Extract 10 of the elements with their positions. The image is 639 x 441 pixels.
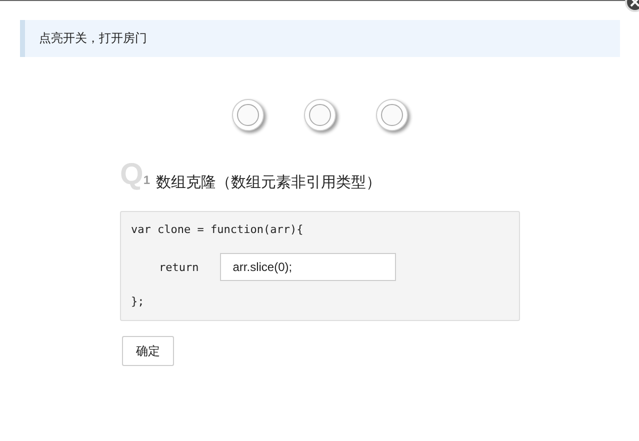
switch-button[interactable] bbox=[232, 99, 264, 131]
code-line: var clone = function(arr){ bbox=[131, 222, 304, 238]
code-line: }; bbox=[131, 294, 146, 310]
confirm-button[interactable]: 确定 bbox=[122, 336, 174, 366]
notice-text: 点亮开关，打开房门 bbox=[39, 30, 147, 47]
code-keyword: return bbox=[159, 260, 199, 274]
switch-button[interactable] bbox=[376, 99, 408, 131]
question-title: 数组克隆（数组元素非引用类型） bbox=[156, 173, 382, 193]
switch-button[interactable] bbox=[304, 99, 336, 131]
answer-field[interactable]: arr.slice(0); bbox=[220, 253, 396, 281]
